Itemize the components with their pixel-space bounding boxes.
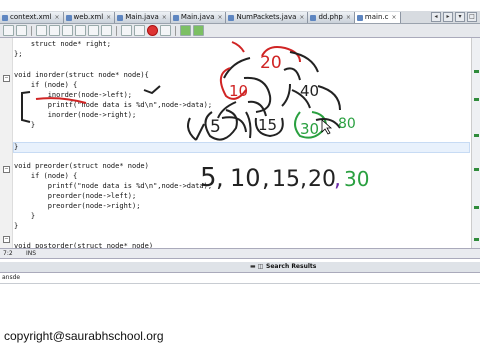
xml-file-icon	[65, 15, 72, 21]
close-icon[interactable]: ×	[55, 14, 60, 21]
tab-navigation: ◂ ▸ ▾ □	[431, 11, 480, 23]
tab-list-icon[interactable]: ▾	[455, 12, 465, 22]
tab-label: main.c	[364, 13, 389, 21]
output-tab-row: ansde	[0, 273, 480, 284]
fold-toggle-icon[interactable]: −	[3, 166, 10, 173]
code-line: }	[14, 222, 19, 230]
code-line: preorder(node->left);	[14, 192, 137, 200]
stop-macro-icon[interactable]	[160, 25, 171, 36]
tab-label: Main.java	[125, 13, 159, 21]
history-icon[interactable]	[16, 25, 27, 36]
caret-position: 7:2	[3, 250, 13, 257]
error-marker[interactable]	[474, 98, 479, 101]
code-line: }	[14, 212, 36, 220]
php-file-icon	[310, 15, 317, 21]
bookmark-icon[interactable]	[121, 25, 132, 36]
java-file-icon	[172, 15, 179, 21]
code-line: }	[14, 143, 19, 151]
fold-toggle-icon[interactable]: −	[3, 236, 10, 243]
source-icon[interactable]	[3, 25, 14, 36]
c-file-icon	[356, 15, 363, 21]
java-file-icon	[117, 15, 124, 21]
close-icon[interactable]: ×	[346, 14, 351, 21]
code-line: printf("node data is %d\n",node->data);	[14, 182, 213, 190]
code-line: };	[14, 50, 23, 58]
toolbar-separator	[175, 25, 176, 36]
code-editor[interactable]: − − − struct node* right; }; void inorde…	[0, 38, 480, 250]
scroll-right-icon[interactable]: ▸	[443, 12, 453, 22]
code-line: if (node) {	[14, 81, 78, 89]
code-line: void inorder(struct node* node){	[14, 71, 149, 79]
find-icon[interactable]	[62, 25, 73, 36]
insert-mode: INS	[26, 250, 37, 257]
forward-icon[interactable]	[49, 25, 60, 36]
panel-minimize-icon[interactable]: ▬ ◫	[250, 262, 263, 272]
vertical-scrollbar[interactable]	[471, 38, 480, 248]
toggle-highlight-icon[interactable]	[101, 25, 112, 36]
prev-bookmark-icon[interactable]	[134, 25, 145, 36]
tab-context-xml[interactable]: context.xml ×	[0, 12, 64, 23]
tab-numpackets-java[interactable]: NumPackets.java ×	[226, 12, 309, 23]
scroll-left-icon[interactable]: ◂	[431, 12, 441, 22]
tab-label: NumPackets.java	[236, 13, 297, 21]
close-icon[interactable]: ×	[391, 14, 396, 21]
tab-label: dd.php	[318, 13, 343, 21]
toolbar-separator	[116, 25, 117, 36]
error-marker[interactable]	[474, 206, 479, 209]
error-marker[interactable]	[474, 168, 479, 171]
code-line: if (node) {	[14, 172, 78, 180]
tab-dd-php[interactable]: dd.php ×	[308, 12, 355, 23]
tab-main-c[interactable]: main.c ×	[354, 12, 401, 23]
tab-main-java-1[interactable]: Main.java ×	[115, 12, 171, 23]
output-panel-header: ▬ ◫ Search Results	[0, 262, 480, 273]
close-icon[interactable]: ×	[299, 14, 304, 21]
java-file-icon	[228, 15, 235, 21]
tab-label: context.xml	[10, 13, 52, 21]
editor-toolbar	[0, 24, 480, 38]
code-line: inorder(node->left);	[14, 91, 133, 99]
close-icon[interactable]: ×	[162, 14, 167, 21]
tab-label: web.xml	[73, 13, 104, 21]
find-next-icon[interactable]	[88, 25, 99, 36]
output-panel-body	[0, 284, 480, 332]
code-line: void preorder(struct node* node)	[14, 162, 149, 170]
close-icon[interactable]: ×	[106, 14, 111, 21]
code-line: printf("node data is %d\n",node->data);	[14, 101, 213, 109]
editor-status-bar: 7:2 INS	[0, 248, 480, 259]
code-line: }	[14, 121, 36, 129]
error-marker[interactable]	[474, 238, 479, 241]
back-icon[interactable]	[36, 25, 47, 36]
error-marker[interactable]	[474, 70, 479, 73]
tab-web-xml[interactable]: web.xml ×	[63, 12, 116, 23]
error-marker[interactable]	[474, 134, 479, 137]
find-previous-icon[interactable]	[75, 25, 86, 36]
xml-file-icon	[2, 15, 8, 21]
ide-window: context.xml × web.xml × Main.java × Main.ja…	[0, 0, 480, 360]
code-line: preorder(node->right);	[14, 202, 141, 210]
toolbar-separator	[31, 25, 32, 36]
maximize-icon[interactable]: □	[467, 12, 477, 22]
copyright-watermark: copyright@saurabhschool.org	[4, 329, 164, 343]
code-line: inorder(node->right);	[14, 111, 137, 119]
output-tab[interactable]: ansde	[2, 274, 20, 281]
tab-search-results[interactable]: Search Results	[266, 262, 316, 272]
fold-toggle-icon[interactable]: −	[3, 75, 10, 82]
comment-icon[interactable]	[180, 25, 191, 36]
uncomment-icon[interactable]	[193, 25, 204, 36]
current-line-highlight	[13, 142, 470, 153]
tab-label: Main.java	[180, 13, 215, 21]
line-gutter: − − −	[0, 38, 13, 248]
tab-main-java-2[interactable]: Main.java ×	[170, 12, 227, 23]
editor-tab-bar: context.xml × web.xml × Main.java × Main.ja…	[0, 11, 480, 24]
record-macro-icon[interactable]	[147, 25, 158, 36]
code-line: struct node* right;	[14, 40, 111, 48]
close-icon[interactable]: ×	[217, 14, 222, 21]
